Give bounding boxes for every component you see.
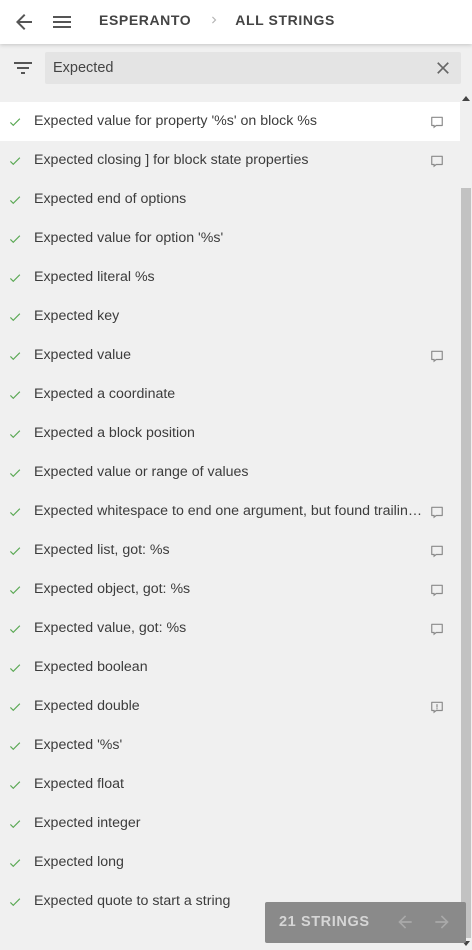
filter-bar [0,44,472,94]
checkmark-icon [9,274,21,283]
breadcrumb-project[interactable]: ESPERANTO [99,12,191,28]
string-text: Expected a block position [34,425,195,441]
pager: 21 STRINGS [265,902,466,943]
checkmark-icon [9,235,21,244]
string-text: Expected long [34,854,124,870]
comment-icon[interactable] [430,544,444,558]
string-text: Expected integer [34,815,141,831]
string-text: Expected list, got: %s [34,542,170,558]
scroll-up-icon[interactable] [462,96,470,101]
list-item[interactable]: Expected key [0,297,460,336]
list-item[interactable]: Expected '%s' [0,726,460,765]
list-item[interactable]: Expected double [0,687,460,726]
list-item[interactable]: Expected closing ] for block state prope… [0,141,460,180]
string-count: 21 STRINGS [279,914,370,930]
string-text: Expected literal %s [34,269,155,285]
string-text: Expected a coordinate [34,386,176,402]
string-text: Expected value for property '%s' on bloc… [34,113,318,129]
string-text: Expected closing ] for block state prope… [34,152,309,168]
checkmark-icon [9,703,21,712]
checkmark-icon [9,352,21,361]
list-item[interactable]: Expected a coordinate [0,375,460,414]
comment-icon[interactable] [430,622,444,636]
string-text: Expected '%s' [34,737,123,753]
comment-icon[interactable] [430,115,444,129]
string-list: Expected value for property '%s' on bloc… [0,102,460,921]
list-item[interactable]: Expected integer [0,804,460,843]
list-item[interactable]: Expected value [0,336,460,375]
list-item[interactable]: Expected value, got: %s [0,609,460,648]
list-item[interactable]: Expected end of options [0,180,460,219]
string-text: Expected value [34,347,132,363]
checkmark-icon [9,625,21,634]
string-text: Expected value or range of values [34,464,249,480]
list-item[interactable]: Expected whitespace to end one argument,… [0,492,460,531]
checkmark-icon [9,547,21,556]
checkmark-icon [9,781,21,790]
scrollbar[interactable] [460,94,472,950]
list-item[interactable]: Expected float [0,765,460,804]
checkmark-icon [9,664,21,673]
string-text: Expected double [34,698,140,714]
list-item[interactable]: Expected value for option '%s' [0,219,460,258]
list-item[interactable]: Expected value or range of values [0,453,460,492]
checkmark-icon [9,820,21,829]
chevron-right-icon [212,16,217,24]
previous-page-icon[interactable] [395,912,415,932]
checkmark-icon [9,469,21,478]
checkmark-icon [9,508,21,517]
comment-icon[interactable] [430,349,444,363]
checkmark-icon [9,586,21,595]
breadcrumb: ESPERANTO ALL STRINGS [99,0,335,40]
list-item[interactable]: Expected object, got: %s [0,570,460,609]
checkmark-icon [9,859,21,868]
string-text: Expected float [34,776,124,792]
checkmark-icon [9,157,21,166]
close-icon[interactable] [433,58,453,78]
breadcrumb-all-strings[interactable]: ALL STRINGS [235,12,335,28]
filter-icon[interactable] [11,56,35,80]
search-field [45,52,461,84]
list-item[interactable]: Expected list, got: %s [0,531,460,570]
back-arrow-icon[interactable] [12,10,36,34]
list-item[interactable]: Expected boolean [0,648,460,687]
checkmark-icon [9,313,21,322]
issue-comment-icon[interactable] [430,700,444,714]
checkmark-icon [9,391,21,400]
search-input[interactable] [45,52,433,84]
list-item[interactable]: Expected literal %s [0,258,460,297]
top-app-bar: ESPERANTO ALL STRINGS [0,0,472,44]
checkmark-icon [9,118,21,127]
string-text: Expected value for option '%s' [34,230,224,246]
comment-icon[interactable] [430,583,444,597]
comment-icon[interactable] [430,505,444,519]
scrollbar-thumb[interactable] [461,188,471,938]
list-item[interactable]: Expected long [0,843,460,882]
checkmark-icon [9,430,21,439]
string-text: Expected end of options [34,191,187,207]
string-text: Expected boolean [34,659,148,675]
list-item[interactable]: Expected a block position [0,414,460,453]
string-text: Expected object, got: %s [34,581,191,597]
string-text: Expected whitespace to end one argument,… [34,503,424,519]
list-item[interactable]: Expected value for property '%s' on bloc… [0,102,460,141]
string-text: Expected value, got: %s [34,620,187,636]
checkmark-icon [9,196,21,205]
checkmark-icon [9,898,21,907]
checkmark-icon [9,742,21,751]
next-page-icon[interactable] [432,912,452,932]
comment-icon[interactable] [430,154,444,168]
menu-icon[interactable] [50,10,74,34]
string-text: Expected key [34,308,120,324]
